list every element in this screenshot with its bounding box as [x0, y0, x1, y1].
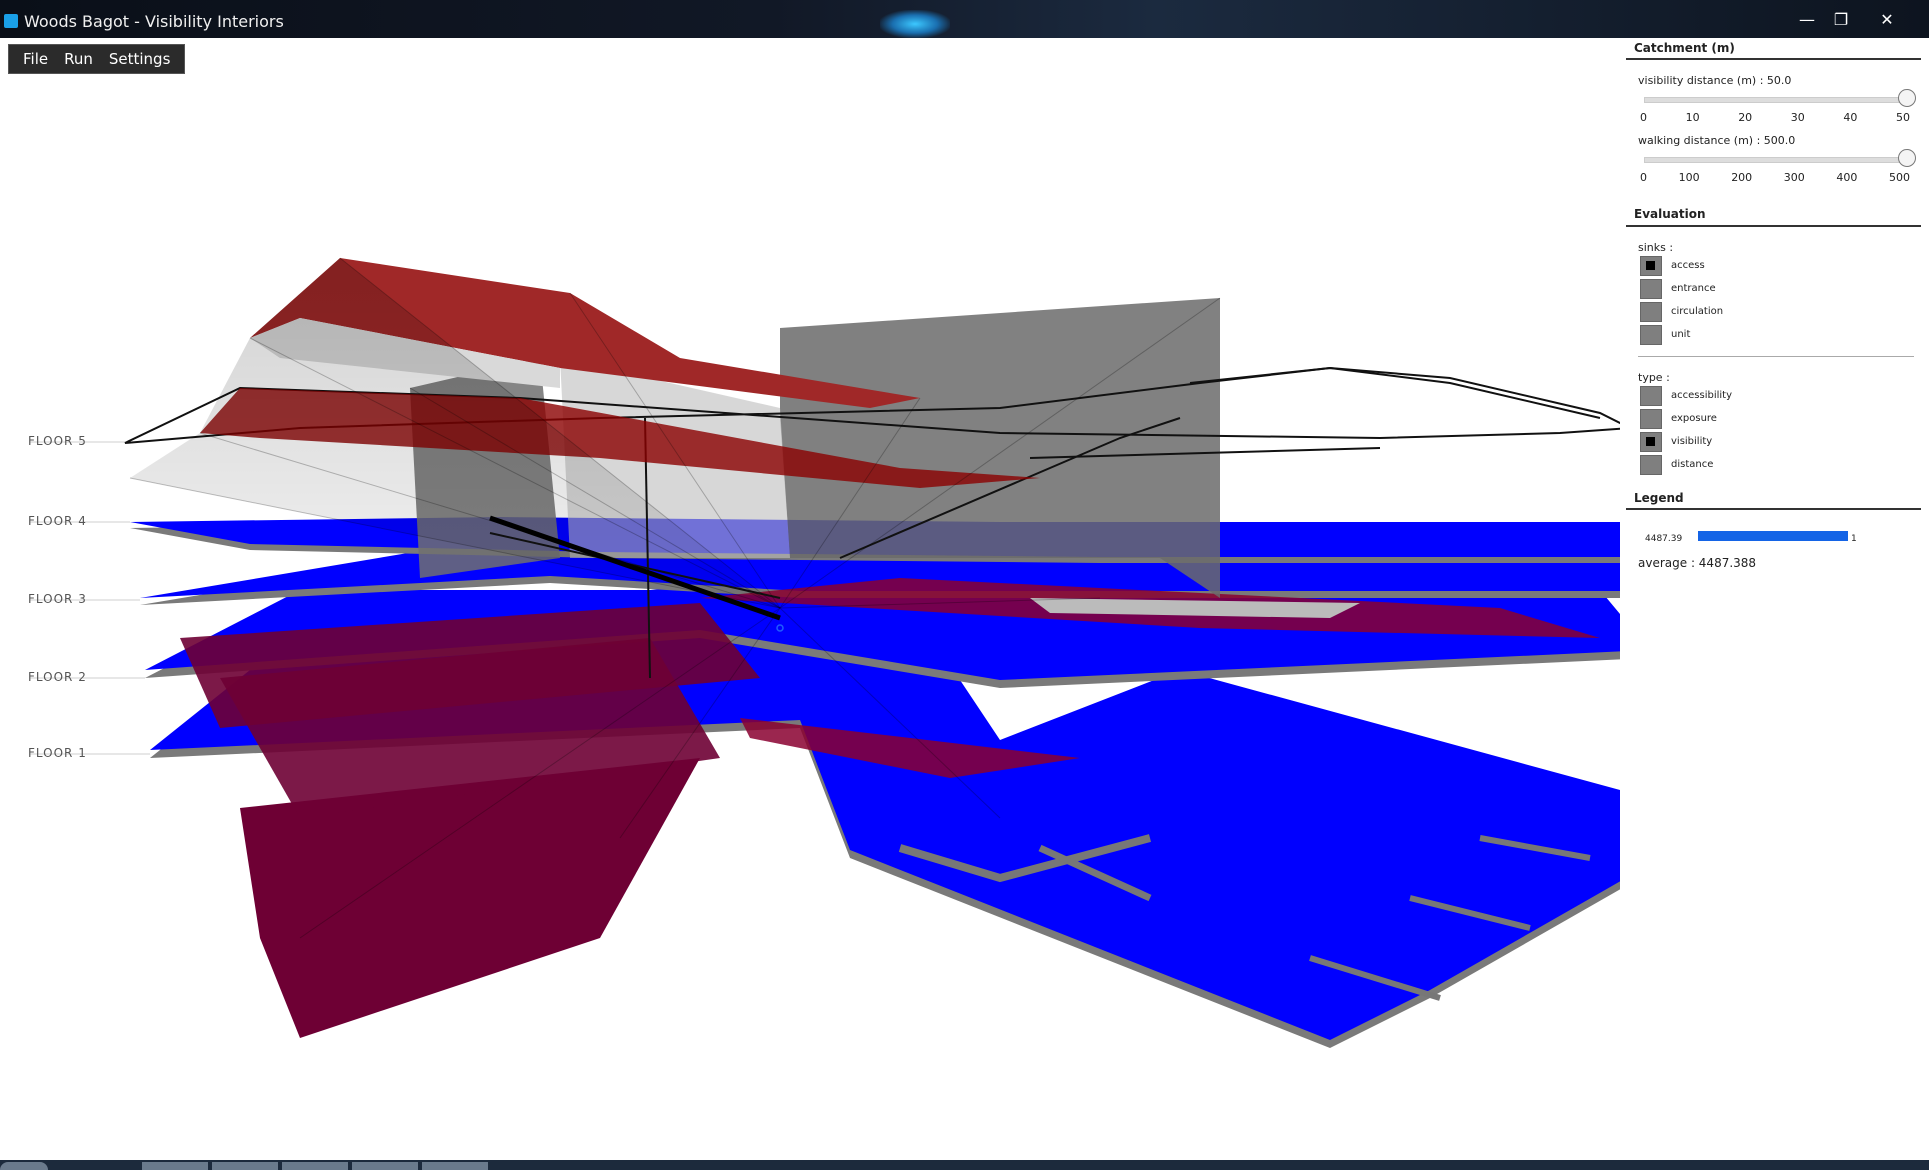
menu-run[interactable]: Run [56, 50, 101, 68]
taskbar-app[interactable] [282, 1162, 348, 1170]
type-accessibility-checkbox[interactable] [1640, 386, 1662, 406]
tick-label: 0 [1640, 111, 1647, 124]
taskbar-app[interactable] [422, 1162, 488, 1170]
type-label: type : [1638, 371, 1670, 384]
app-icon [4, 14, 18, 28]
walking-ticks: 0 100 200 300 400 500 [1640, 171, 1910, 184]
tick-label: 100 [1678, 171, 1700, 184]
check-mark [1646, 261, 1655, 270]
legend-max-value: 1 [1851, 534, 1857, 544]
sinks-label: sinks : [1638, 241, 1674, 254]
sink-circulation-checkbox[interactable] [1640, 302, 1662, 322]
taskbar-app[interactable] [352, 1162, 418, 1170]
tick-label: 20 [1738, 111, 1753, 124]
taskbar-app[interactable] [142, 1162, 208, 1170]
sink-label: circulation [1671, 306, 1724, 317]
divider [1626, 508, 1921, 510]
type-exposure-checkbox[interactable] [1640, 409, 1662, 429]
side-panel: Catchment (m) visibility distance (m) : … [1626, 38, 1929, 1160]
floor-label: FLOOR 3 [28, 592, 87, 606]
wallpaper-glow [880, 10, 950, 38]
visibility-slider-thumb[interactable] [1898, 89, 1916, 107]
start-button[interactable] [0, 1162, 48, 1170]
divider [1626, 58, 1921, 60]
average-value: average : 4487.388 [1638, 556, 1757, 570]
close-button[interactable]: ✕ [1870, 10, 1904, 30]
legend-title: Legend [1634, 491, 1684, 505]
legend-min-value: 4487.39 [1645, 534, 1683, 544]
floor-label: FLOOR 5 [28, 434, 87, 448]
visibility-distance-slider[interactable] [1644, 97, 1908, 103]
type-visibility-checkbox[interactable] [1640, 432, 1662, 452]
tick-label: 500 [1888, 171, 1910, 184]
type-label-item: exposure [1671, 413, 1717, 424]
catchment-title: Catchment (m) [1634, 41, 1735, 55]
floor-label: FLOOR 2 [28, 670, 87, 684]
legend-color-bar [1698, 531, 1848, 541]
tick-label: 200 [1731, 171, 1753, 184]
walking-slider-thumb[interactable] [1898, 149, 1916, 167]
tick-label: 400 [1836, 171, 1858, 184]
sink-unit-checkbox[interactable] [1640, 325, 1662, 345]
tick-label: 0 [1640, 171, 1647, 184]
sink-access-checkbox[interactable] [1640, 256, 1662, 276]
divider [1638, 356, 1914, 357]
visibility-ticks: 0 10 20 30 40 50 [1640, 111, 1910, 124]
tick-label: 30 [1790, 111, 1805, 124]
3d-viewport[interactable]: FLOOR 5 FLOOR 4 FLOOR 3 FLOOR 2 FLOOR 1 [0, 38, 1660, 1160]
floor-label: FLOOR 4 [28, 514, 87, 528]
walking-distance-label: walking distance (m) : 500.0 [1638, 134, 1796, 147]
tick-label: 10 [1685, 111, 1700, 124]
walking-distance-slider[interactable] [1644, 157, 1908, 163]
minimize-button[interactable]: — [1790, 10, 1824, 30]
building-model [30, 257, 1660, 1048]
type-label-item: visibility [1671, 436, 1713, 447]
check-mark [1646, 437, 1655, 446]
divider [1626, 225, 1921, 227]
menu-settings[interactable]: Settings [101, 50, 179, 68]
tick-label: 50 [1895, 111, 1910, 124]
type-label-item: accessibility [1671, 390, 1732, 401]
tick-label: 300 [1783, 171, 1805, 184]
visibility-distance-label: visibility distance (m) : 50.0 [1638, 74, 1792, 87]
floor-label: FLOOR 1 [28, 746, 87, 760]
sink-entrance-checkbox[interactable] [1640, 279, 1662, 299]
tick-label: 40 [1843, 111, 1858, 124]
restore-button[interactable]: ❐ [1824, 10, 1858, 30]
type-distance-checkbox[interactable] [1640, 455, 1662, 475]
sink-label: access [1671, 260, 1705, 271]
type-label-item: distance [1671, 459, 1714, 470]
window-title: Woods Bagot - Visibility Interiors [24, 12, 284, 31]
menu-file[interactable]: File [15, 50, 56, 68]
taskbar-app[interactable] [212, 1162, 278, 1170]
sink-label: entrance [1671, 283, 1716, 294]
evaluation-title: Evaluation [1634, 207, 1706, 221]
title-bar: Woods Bagot - Visibility Interiors — ❐ ✕ [0, 0, 1929, 38]
sink-label: unit [1671, 329, 1691, 340]
menu-bar: File Run Settings [8, 44, 186, 74]
